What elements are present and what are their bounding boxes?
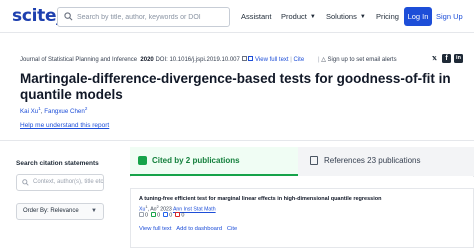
external-link-icon [241,56,247,61]
login-button[interactable]: Log In [404,7,432,26]
nav-solutions-label: Solutions [326,12,357,21]
top-navigation-bar: scite_ Assistant Product▼ Solutions▼ Pri… [0,0,474,33]
chevron-down-icon: ▼ [309,14,316,20]
stat-count: 0 [169,212,173,219]
section-divider [0,140,474,141]
linkedin-share-icon[interactable]: in [454,54,463,63]
document-icon [248,56,253,61]
help-understand-report-link[interactable]: Help me understand this report [20,122,109,129]
cite-link[interactable]: Cite [227,226,237,232]
separator: | [290,57,292,63]
view-full-text-link[interactable]: View full text [255,57,289,63]
nav-assistant-link[interactable]: Assistant [241,12,271,21]
journal-name[interactable]: Journal of Statistical Planning and Infe… [20,57,137,63]
add-to-dashboard-link[interactable]: Add to dashboard [176,226,222,232]
tab-references-label: References 23 publications [324,156,421,165]
tab-cited-by[interactable]: Cited by 2 publications [130,147,298,176]
citation-search-placeholder: Context, author(s), title etc [33,179,104,185]
author-link[interactable]: Kai Xu [20,108,38,115]
contrasting-icon [175,212,181,217]
publication-year: 2020 [140,57,154,63]
mentioning-icon [163,212,169,217]
publication-info: Journal of Statistical Planning and Infe… [20,56,247,63]
twitter-share-icon[interactable]: 𝕩 [430,54,439,63]
nav-pricing-link[interactable]: Pricing [376,12,399,21]
view-full-text-link[interactable]: View full text [139,226,171,232]
stat-count: 0 [157,212,161,219]
bell-icon: △ [321,57,326,63]
doi-text[interactable]: DOI: 10.1016/j.jspi.2019.10.007 [155,57,239,63]
references-icon [310,156,318,165]
order-by-select[interactable]: Order By: Relevance ▼ [16,203,104,220]
facebook-share-icon[interactable]: f [442,54,451,63]
search-icon [64,12,73,21]
chevron-down-icon: ▼ [91,208,97,214]
cite-link[interactable]: Cite [293,57,304,63]
tab-references[interactable]: References 23 publications [298,147,474,176]
citation-search-heading: Search citation statements [16,160,99,167]
search-icon [22,179,29,186]
cited-by-icon [138,156,147,165]
citation-search-input[interactable]: Context, author(s), title etc [16,174,104,191]
email-alerts[interactable]: | △ Sign up to set email alerts [318,56,397,63]
global-search-input[interactable] [77,10,227,25]
signup-link[interactable]: Sign Up [436,12,463,21]
supporting-icon [151,212,157,217]
paper-title: Martingale-difference-divergence-based t… [20,71,451,102]
author-separator: , [40,108,43,116]
author-link[interactable]: Fangxue Chen [44,108,85,115]
stat-count: 0 [181,212,185,219]
citing-publications-icon [139,212,144,217]
citation-stats: 0 0 0 0 [139,212,184,219]
nav-product-label: Product [281,12,307,21]
global-search-box[interactable] [57,7,230,27]
paper-actions: View full text | Cite [248,56,304,63]
stat-count: 0 [145,212,149,219]
order-by-value: Order By: Relevance [23,208,79,214]
nav-product-menu[interactable]: Product ▼ [281,12,316,21]
nav-solutions-menu[interactable]: Solutions ▼ [326,12,366,21]
author-affiliation-marker: 2 [84,106,88,111]
tab-cited-by-label: Cited by 2 publications [152,156,240,165]
separator: | [318,57,320,63]
citing-publication-title[interactable]: A tuning-free efficient test for margina… [139,196,381,202]
email-alerts-label: Sign up to set email alerts [327,57,397,63]
author-list: Kai Xu1, Fangxue Chen2 [20,106,87,115]
author-affiliation-marker: 2 [156,204,159,209]
citing-card-actions: View full text Add to dashboard Cite [139,226,237,232]
chevron-down-icon: ▼ [359,14,366,20]
